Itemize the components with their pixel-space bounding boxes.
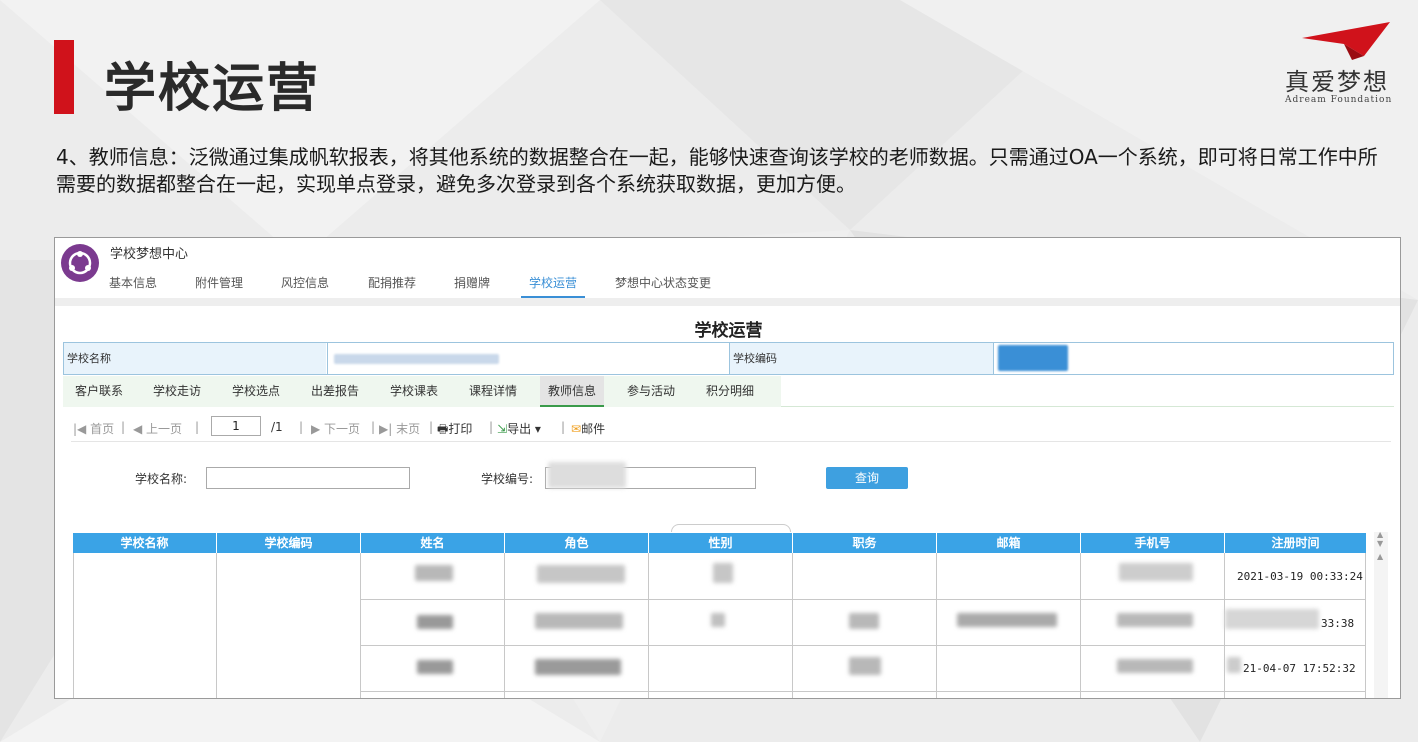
query-button[interactable]: 查询 — [826, 467, 908, 489]
col-school-code: 学校编码 — [217, 533, 361, 553]
search-school-name-label: 学校名称: — [135, 472, 188, 486]
col-gender: 性别 — [649, 533, 793, 553]
nav-status-change[interactable]: 梦想中心状态变更 — [615, 274, 711, 298]
export-icon: ⇲ — [497, 422, 508, 436]
school-code-label: 学校编码 — [729, 343, 993, 374]
nav-attachments[interactable]: 附件管理 — [195, 274, 243, 298]
subtab-customer-contact[interactable]: 客户联系 — [67, 376, 131, 407]
app-screenshot: 学校梦想中心 基本信息 附件管理 风控信息 配捐推荐 捐赠牌 学校运营 梦想中心… — [54, 237, 1401, 699]
mail-button[interactable]: ✉邮件 — [571, 420, 605, 437]
total-pages: /1 — [271, 420, 283, 434]
next-page-button[interactable]: ▶ 下一页 — [311, 420, 360, 437]
title-accent-bar — [54, 40, 74, 114]
register-time-cell: 2021-03-19 00:33:24 — [1237, 570, 1363, 583]
app-header: 学校梦想中心 基本信息 附件管理 风控信息 配捐推荐 捐赠牌 学校运营 梦想中心… — [55, 238, 1400, 298]
col-school-name: 学校名称 — [73, 533, 217, 553]
table-header: 学校名称 学校编码 姓名 角色 性别 职务 邮箱 手机号 注册时间 — [73, 533, 1366, 553]
collapse-handle[interactable] — [671, 524, 791, 532]
search-school-code-input[interactable] — [545, 462, 756, 489]
register-time-cell: 33:38 — [1321, 617, 1355, 630]
export-button[interactable]: ⇲导出 ▾ — [497, 420, 541, 437]
col-position: 职务 — [793, 533, 937, 553]
mail-icon: ✉ — [571, 422, 582, 436]
col-phone: 手机号 — [1081, 533, 1225, 553]
app-name: 学校梦想中心 — [110, 247, 189, 262]
search-school-code-label: 学校编号: — [481, 472, 534, 486]
nav-risk-info[interactable]: 风控信息 — [281, 274, 329, 298]
nav-school-operations[interactable]: 学校运营 — [521, 274, 586, 298]
school-name-label: 学校名称 — [64, 343, 326, 374]
subtab-site-selection[interactable]: 学校选点 — [224, 376, 288, 407]
header-divider — [55, 298, 1400, 306]
school-name-value — [327, 343, 729, 374]
col-register-time: 注册时间 — [1271, 536, 1320, 550]
search-school-name-input[interactable] — [206, 467, 410, 489]
nav-basic-info[interactable]: 基本信息 — [109, 274, 157, 298]
report-toolbar: |◀ 首页 | ◀ 上一页 | 1 /1 | ▶ 下一页 | ▶| 末页 | 🖶… — [71, 414, 1391, 442]
nav-donation-plaque[interactable]: 捐赠牌 — [454, 274, 490, 298]
subtab-points-detail[interactable]: 积分明细 — [698, 376, 762, 407]
report-panel: 学校运营 学校名称 学校编码 客户联系 学校走访 学校选点 出差报告 学校课表 … — [61, 306, 1396, 698]
nav-donation-match[interactable]: 配捐推荐 — [368, 274, 416, 298]
scroll-up-icon[interactable]: ▲ — [1377, 552, 1383, 561]
slide-description: 4、教师信息：泛微通过集成帆软报表，将其他系统的数据整合在一起，能够快速查询该学… — [56, 145, 1378, 196]
subtab-teacher-info[interactable]: 教师信息 — [540, 376, 605, 407]
col-role: 角色 — [505, 533, 649, 553]
table-scrollbar[interactable]: ▲ ▼ ▲ — [1374, 530, 1388, 698]
slide-title: 学校运营 — [104, 59, 321, 119]
subtab-class-schedule[interactable]: 学校课表 — [382, 376, 446, 407]
col-name: 姓名 — [361, 533, 505, 553]
page-number-input[interactable]: 1 — [211, 416, 261, 436]
first-page-button[interactable]: |◀ 首页 — [73, 420, 114, 437]
subtab-school-visit[interactable]: 学校走访 — [145, 376, 209, 407]
form-title: 学校运营 — [694, 321, 763, 341]
last-page-button[interactable]: ▶| 末页 — [379, 420, 420, 437]
app-logo-icon — [61, 244, 99, 282]
col-email: 邮箱 — [937, 533, 1081, 553]
printer-icon: 🖶 — [437, 422, 449, 436]
subtab-trip-report[interactable]: 出差报告 — [303, 376, 367, 407]
subtab-activities[interactable]: 参与活动 — [619, 376, 683, 407]
logo-chinese-text: 真爱梦想 — [1285, 68, 1389, 96]
prev-page-button[interactable]: ◀ 上一页 — [133, 420, 182, 437]
logo-english-text: Adream Foundation — [1285, 95, 1393, 105]
subtab-course-details[interactable]: 课程详情 — [461, 376, 525, 407]
print-button[interactable]: 🖶打印 — [437, 420, 472, 441]
school-code-value — [993, 343, 1393, 374]
register-time-cell: 21-04-07 17:52:32 — [1243, 662, 1356, 675]
sub-tab-bar: 客户联系 学校走访 学校选点 出差报告 学校课表 课程详情 教师信息 参与活动 … — [63, 376, 1394, 407]
teacher-table: 学校名称 学校编码 姓名 角色 性别 职务 邮箱 手机号 注册时间 2021-0… — [73, 533, 1366, 698]
school-info-row: 学校名称 学校编码 — [63, 342, 1394, 375]
